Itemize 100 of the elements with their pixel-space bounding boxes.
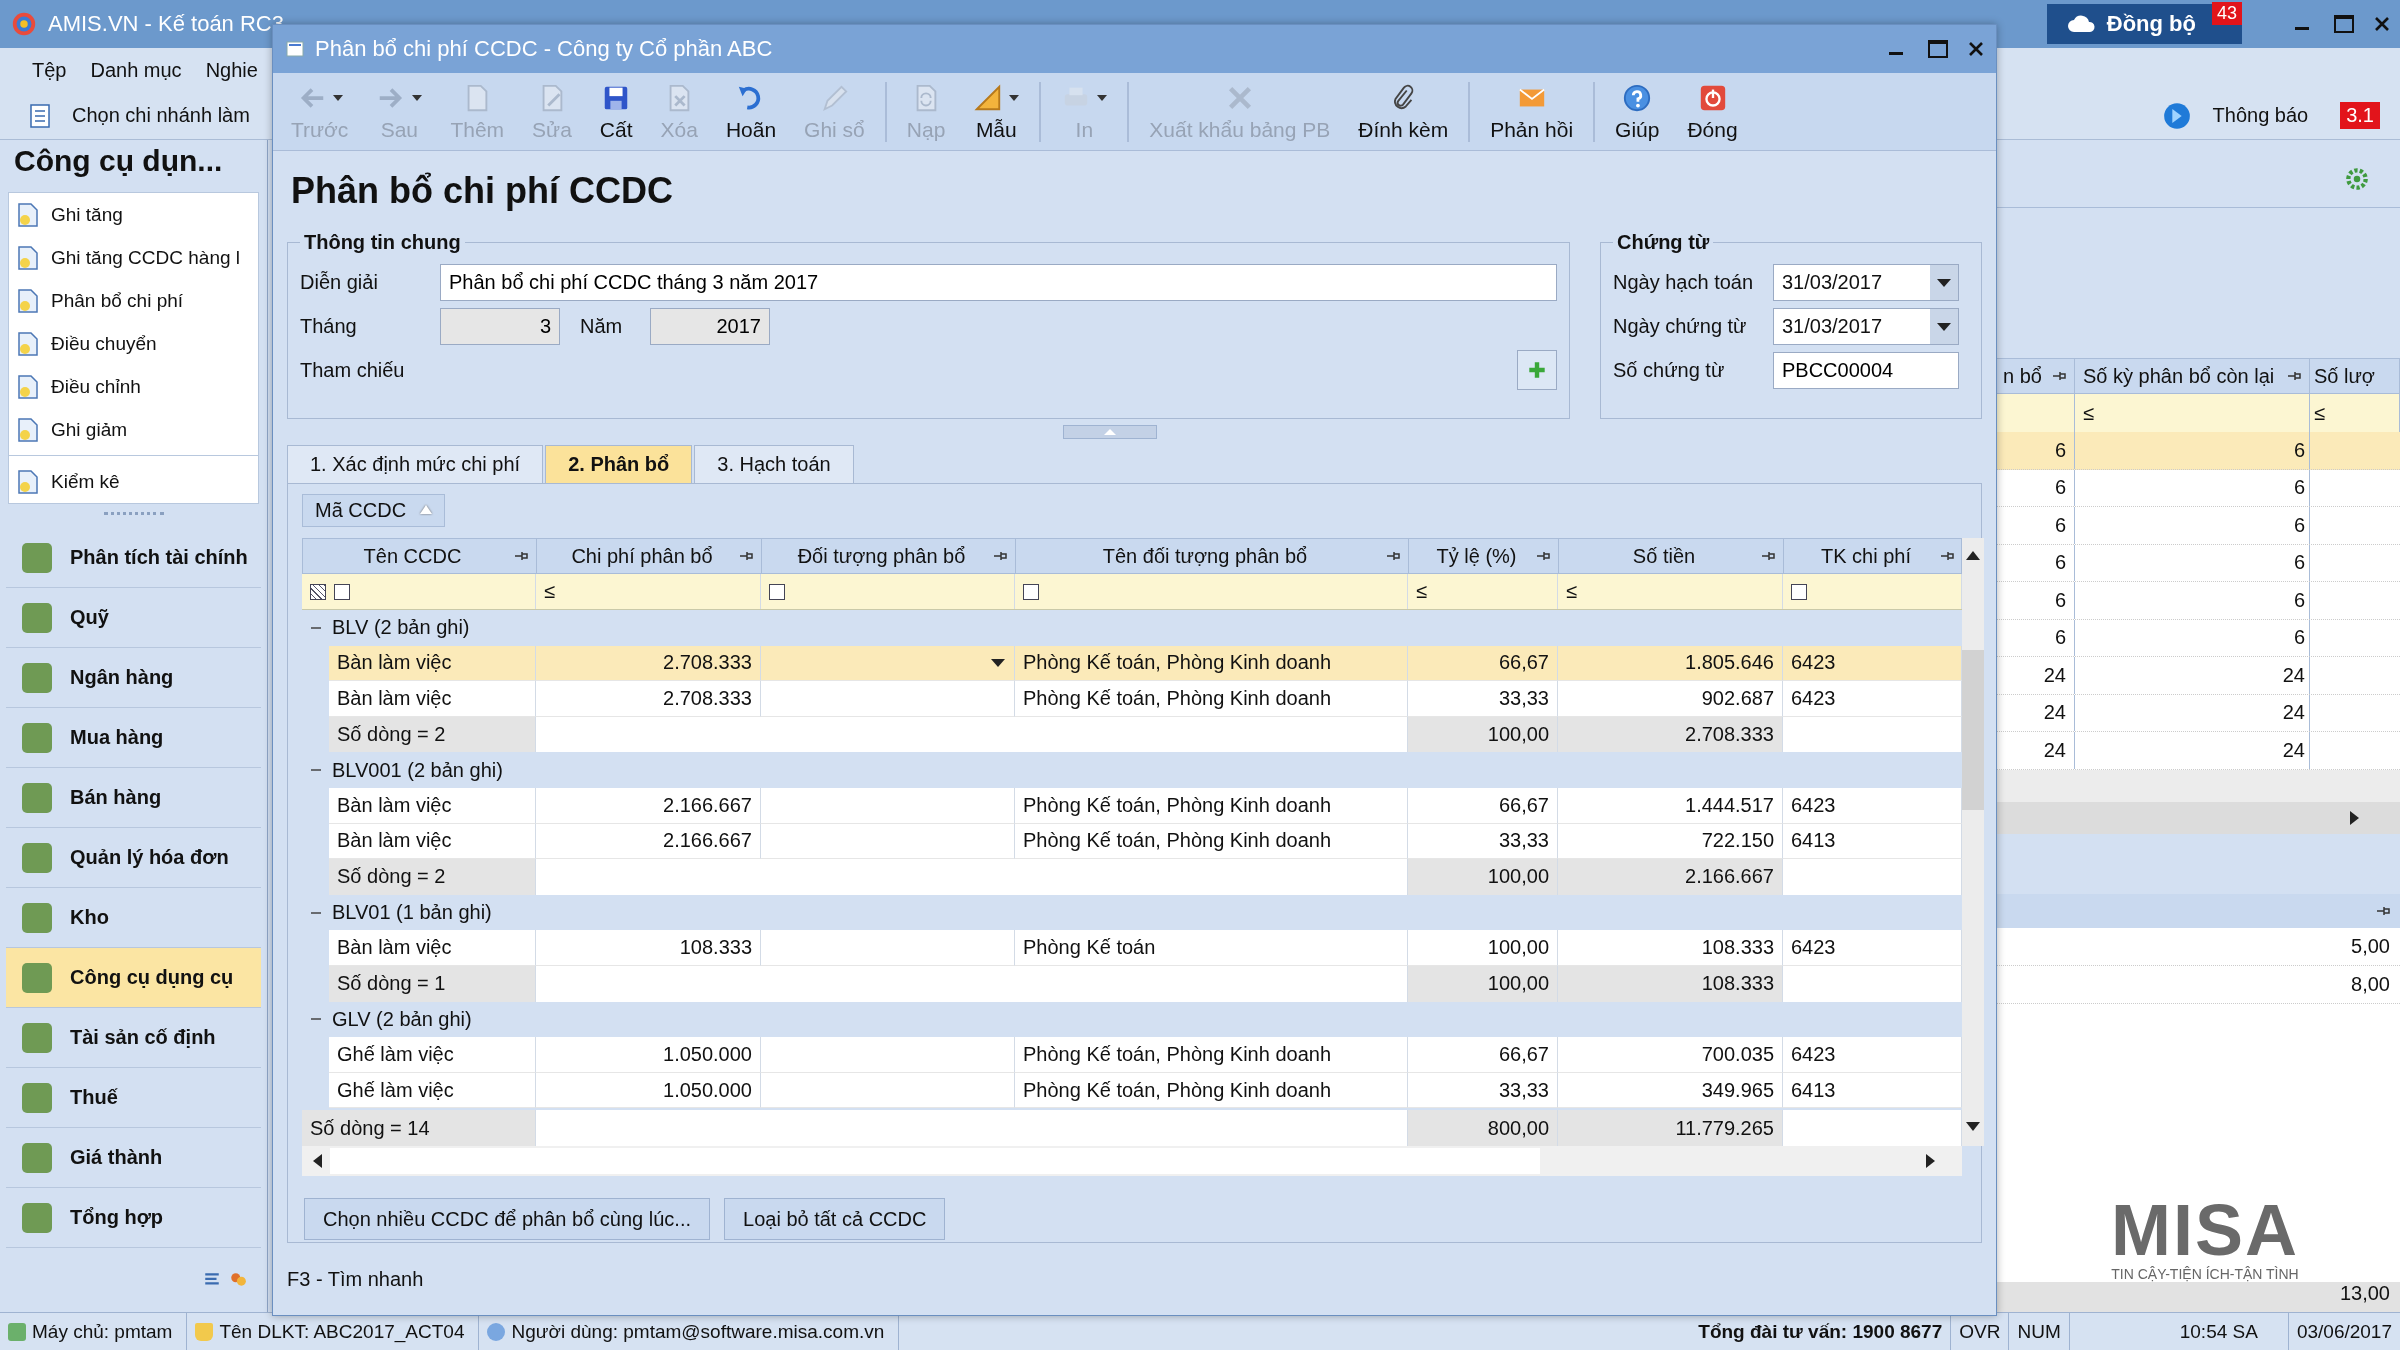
module-button[interactable]: Ngân hàng xyxy=(6,648,261,708)
summary-cell: Số dòng = 1 xyxy=(329,965,536,1002)
tab[interactable]: 2. Phân bổ xyxy=(545,445,693,483)
module-button[interactable]: Công cụ dụng cụ xyxy=(6,948,261,1008)
table-row[interactable]: 24 24 xyxy=(1995,732,2400,770)
toolbar-button[interactable]: Mẫu xyxy=(959,81,1034,142)
group-by-chip[interactable]: Mã CCDC xyxy=(302,494,446,527)
text-field[interactable]: Phân bổ chi phí CCDC tháng 3 năm 2017 xyxy=(440,263,1557,301)
module-button[interactable]: Tổng hợp xyxy=(6,1188,261,1248)
column-filter-icon[interactable] xyxy=(1791,583,1807,600)
tab[interactable]: 1. Xác định mức chi phí xyxy=(287,445,544,483)
close-icon[interactable] xyxy=(1968,41,1984,57)
filter-operator[interactable]: ≤ xyxy=(1566,580,1577,603)
toolbar-button[interactable]: Đóng xyxy=(1673,81,1752,142)
toolbar-button[interactable]: Cất xyxy=(585,81,647,142)
pin-icon[interactable] xyxy=(1386,549,1400,563)
column-header[interactable]: Đối tượng phân bổ xyxy=(762,539,1016,573)
table-row[interactable]: Bàn làm việc 2.166.667 Phòng Kế toán, Phòng Kinh doanh 66,67 1.444.517 6423 xyxy=(302,787,1962,824)
horizontal-scrollbar[interactable] xyxy=(1995,801,2400,834)
pin-icon[interactable] xyxy=(514,549,528,563)
column-header[interactable]: Tên đối tượng phân bổ xyxy=(1016,539,1409,573)
module-icon xyxy=(22,1202,52,1233)
table-cell: 66,67 xyxy=(1408,645,1558,682)
column-header[interactable]: Số kỳ phân bổ còn lại xyxy=(2075,359,2310,393)
table-row[interactable]: 24 24 xyxy=(1995,657,2400,695)
module-button[interactable]: Phân tích tài chính xyxy=(6,528,261,588)
column-filter-icon[interactable] xyxy=(769,583,785,600)
table-row[interactable]: Ghế làm việc 1.050.000 Phòng Kế toán, Phòng Kinh doanh 33,33 349.965 6413 xyxy=(302,1072,1962,1109)
column-header[interactable]: Số tiền xyxy=(1559,539,1784,573)
sidebar-item[interactable]: Kiểm kê xyxy=(9,460,258,503)
table-row[interactable]: 6 6 xyxy=(1995,469,2400,507)
toolbar-button[interactable]: Hoãn xyxy=(711,81,791,142)
pin-icon[interactable] xyxy=(1536,549,1550,563)
computer-icon xyxy=(8,1322,26,1341)
pin-icon[interactable] xyxy=(1761,549,1775,563)
module-button[interactable]: Mua hàng xyxy=(6,708,261,768)
collapse-handle[interactable] xyxy=(1062,425,1157,439)
column-header[interactable]: Tỷ lệ (%) xyxy=(1409,539,1559,573)
action-button[interactable]: Loại bỏ tất cả CCDC xyxy=(724,1198,946,1240)
pin-icon[interactable] xyxy=(2052,369,2066,383)
column-header[interactable]: Số lượ xyxy=(2310,359,2400,393)
date-picker[interactable]: 31/03/2017 xyxy=(1773,307,1959,345)
pin-icon[interactable] xyxy=(739,549,753,563)
notification-link[interactable]: Thông báo xyxy=(2212,104,2309,127)
table-cell: 6423 xyxy=(1783,681,1962,717)
branch-selector[interactable]: Chọn chi nhánh làm xyxy=(72,104,250,127)
table-row[interactable]: 6 6 xyxy=(1995,544,2400,582)
filter-editor-icon[interactable] xyxy=(310,583,326,600)
table-row[interactable]: 6 6 xyxy=(1995,582,2400,620)
table-row[interactable]: Ghế làm việc 1.050.000 Phòng Kế toán, Phòng Kinh doanh 66,67 700.035 6423 xyxy=(302,1037,1962,1073)
close-icon[interactable] xyxy=(2374,16,2390,32)
maximize-icon[interactable] xyxy=(1926,37,1950,61)
table-row[interactable]: 24 24 xyxy=(1995,694,2400,732)
toolbar-button[interactable]: Phản hồi xyxy=(1468,81,1588,142)
text-field[interactable]: 2017 xyxy=(650,307,770,345)
maximize-icon[interactable] xyxy=(2332,12,2356,36)
table-row[interactable]: Bàn làm việc 2.166.667 Phòng Kế toán, Phòng Kinh doanh 33,33 722.150 6413 xyxy=(302,823,1962,860)
tab[interactable]: 3. Hạch toán xyxy=(694,445,854,483)
column-filter-icon[interactable] xyxy=(1023,583,1039,600)
table-row[interactable]: 6 6 xyxy=(1995,432,2400,470)
sync-button[interactable]: Đồng bộ 43 xyxy=(2046,4,2242,44)
filter-operator[interactable]: ≤ xyxy=(1416,580,1427,603)
module-button[interactable]: Quản lý hóa đơn xyxy=(6,828,261,888)
column-header[interactable]: Chi phí phân bổ xyxy=(537,539,762,573)
filter-operator[interactable]: ≤ xyxy=(544,580,555,603)
column-header[interactable]: Tên CCDC xyxy=(303,539,537,573)
module-button[interactable]: Thuế xyxy=(6,1068,261,1128)
module-button[interactable]: Bán hàng xyxy=(6,768,261,828)
action-button[interactable]: Chọn nhiều CCDC để phân bổ cùng lúc... xyxy=(304,1198,710,1240)
table-row[interactable]: Bàn làm việc 2.708.333 Phòng Kế toán, Phòng Kinh doanh 33,33 902.687 6423 xyxy=(302,681,1962,717)
module-button[interactable]: Quỹ xyxy=(6,588,261,648)
sidebar-item[interactable]: Ghi tăng CCDC hàng l xyxy=(9,236,258,279)
menu-item[interactable]: Danh mục xyxy=(90,58,182,82)
settings-icon[interactable] xyxy=(2344,165,2370,192)
sidebar-item[interactable]: Ghi giảm xyxy=(9,408,258,451)
table-row[interactable]: Bàn làm việc 108.333 Phòng Kế toán 100,00 108.333 6423 xyxy=(302,930,1962,966)
module-button[interactable]: Giá thành xyxy=(6,1128,261,1188)
sidebar-item[interactable]: Phân bổ chi phí xyxy=(9,279,258,322)
toolbar-button[interactable]: Đính kèm xyxy=(1344,81,1463,142)
sidebar-item[interactable]: Điều chỉnh xyxy=(9,365,258,408)
text-field[interactable]: PBCC00004 xyxy=(1773,351,1959,389)
pin-icon[interactable] xyxy=(1940,549,1954,563)
vertical-scrollbar[interactable] xyxy=(1962,538,1984,1146)
text-field[interactable]: 3 xyxy=(440,307,560,345)
module-button[interactable]: Tài sản cố định xyxy=(6,1008,261,1068)
table-row[interactable]: Bàn làm việc 2.708.333 Phòng Kế toán, Phòng Kinh doanh 66,67 1.805.646 6423 xyxy=(302,645,1962,682)
table-row[interactable]: 6 6 xyxy=(1995,507,2400,545)
pin-icon[interactable] xyxy=(2287,369,2301,383)
table-cell: 1.050.000 xyxy=(536,1072,761,1109)
column-filter-icon[interactable] xyxy=(334,583,350,600)
menu-item[interactable]: Nghie xyxy=(205,58,258,82)
sidebar-title: Công cụ dụn... xyxy=(13,143,224,179)
toolbar-button[interactable]: Giúp xyxy=(1593,81,1674,142)
horizontal-scrollbar[interactable] xyxy=(302,1146,1962,1176)
menu-item[interactable]: Tệp xyxy=(32,58,67,82)
table-row[interactable]: 6 6 xyxy=(1995,619,2400,657)
date-picker[interactable]: 31/03/2017 xyxy=(1773,263,1959,301)
pin-icon[interactable] xyxy=(993,549,1007,563)
sidebar-item[interactable]: Ghi tăng xyxy=(9,193,258,236)
sidebar-item[interactable]: Điều chuyển xyxy=(9,322,258,365)
